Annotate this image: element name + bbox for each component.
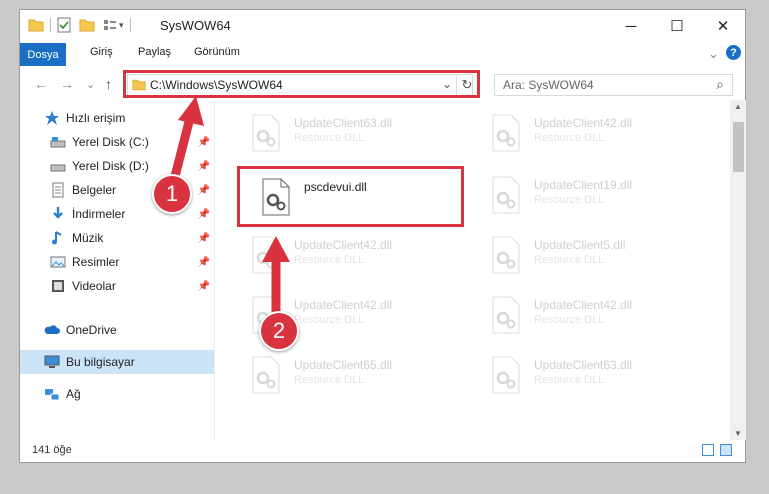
arrow-1-head xyxy=(178,96,204,126)
annotation-arrows xyxy=(167,96,290,321)
step-badge-1: 1 xyxy=(152,174,192,214)
arrow-2-head xyxy=(262,236,290,262)
step-badge-2: 2 xyxy=(259,311,299,351)
